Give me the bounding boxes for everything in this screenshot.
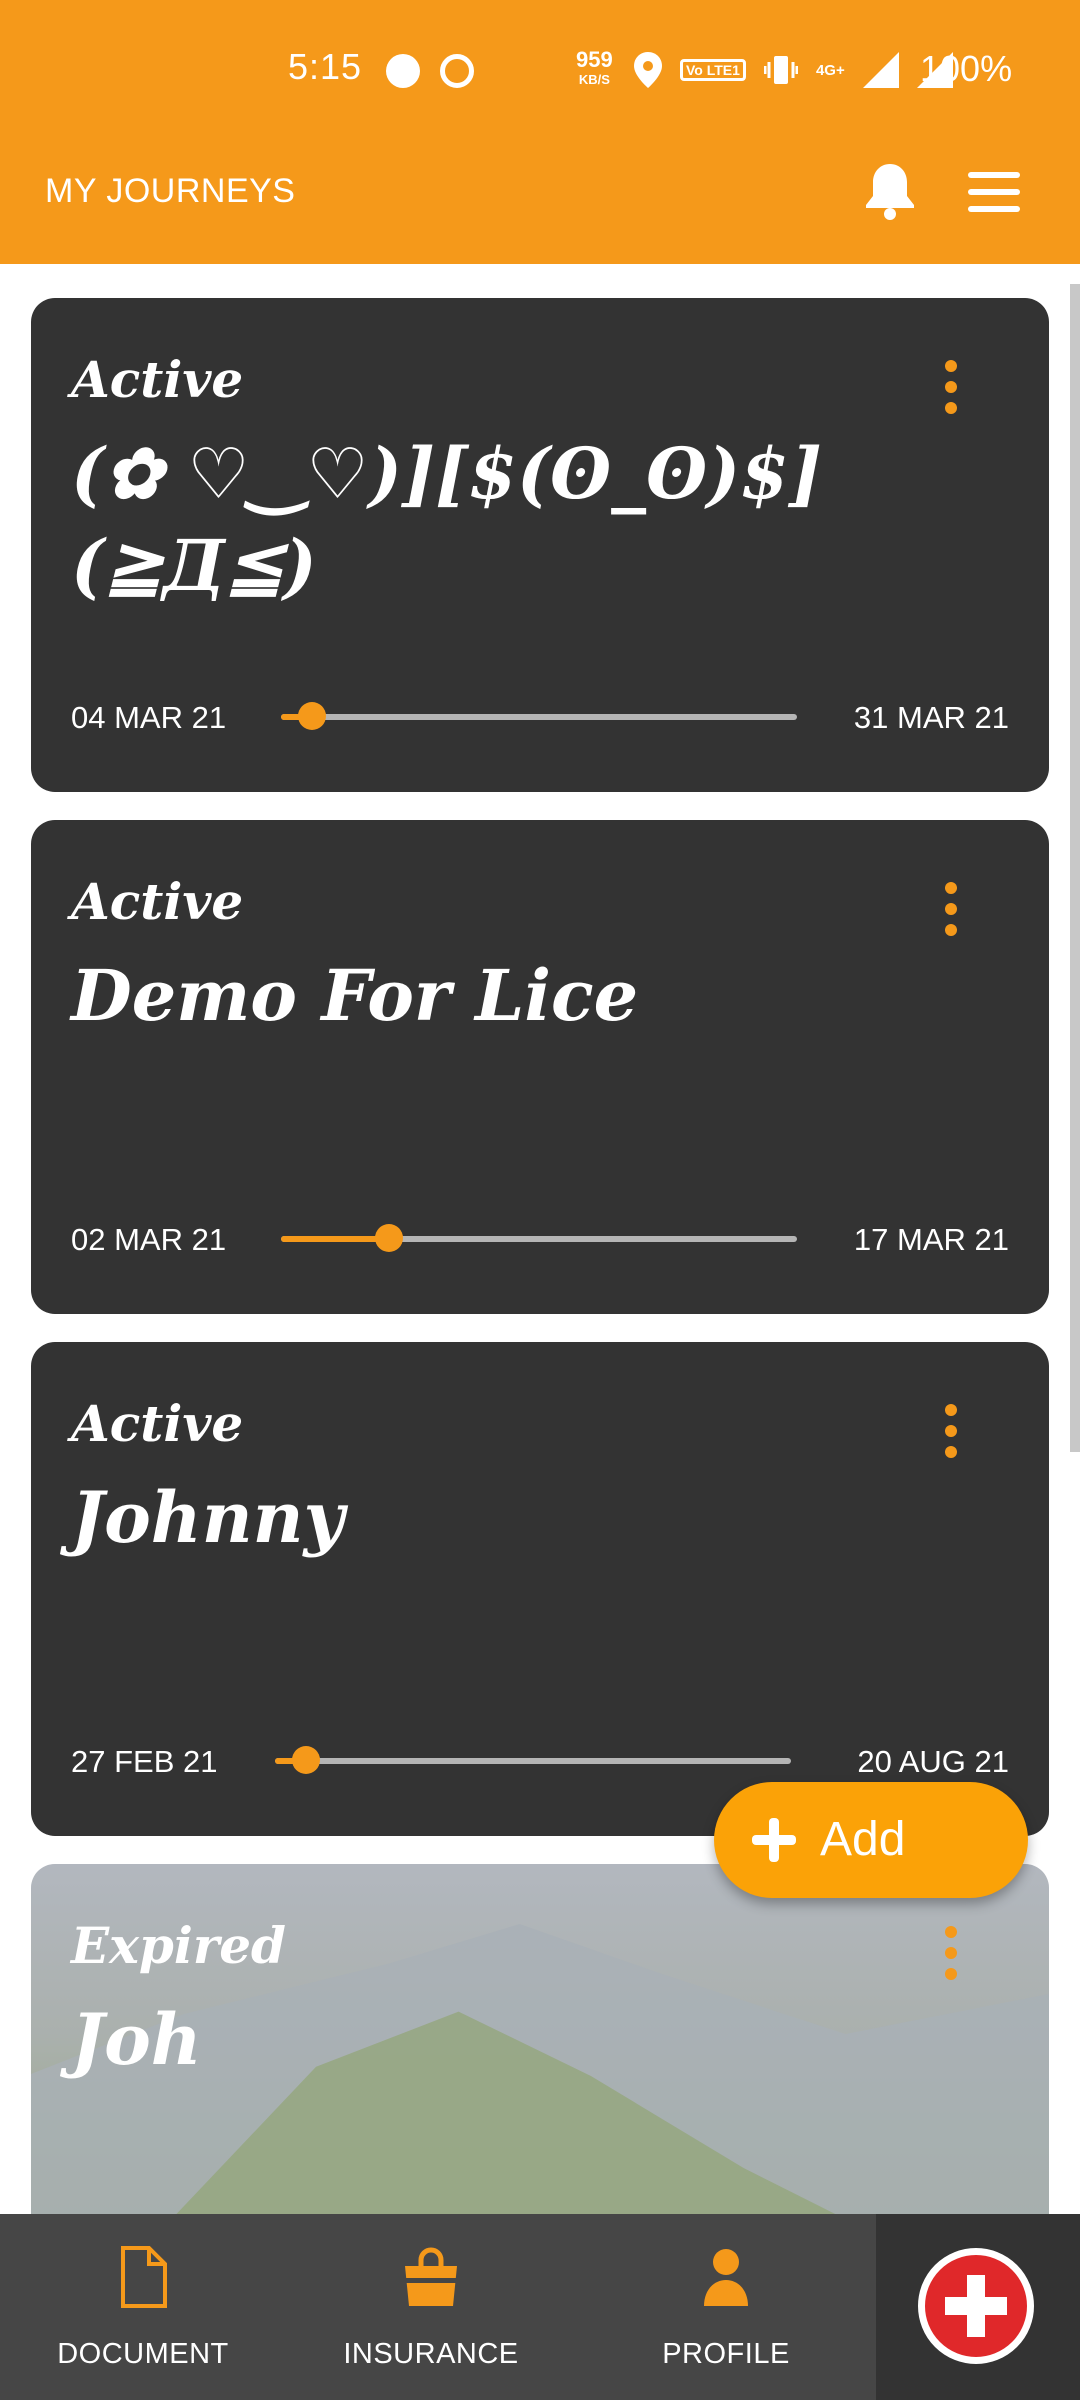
menu-icon[interactable] <box>968 172 1020 212</box>
nav-insurance[interactable]: INSURANCE <box>286 2214 576 2400</box>
progress-thumb <box>291 1746 320 1774</box>
more-options-icon[interactable] <box>931 1404 971 1464</box>
nav-document[interactable]: DOCUMENT <box>0 2214 286 2400</box>
more-options-icon[interactable] <box>931 882 971 942</box>
kebab-dot <box>945 1947 957 1959</box>
network-type: 4G+ <box>815 61 845 79</box>
nav-label: DOCUMENT <box>57 2338 229 2370</box>
page-title: MY JOURNEYS <box>45 172 296 210</box>
journey-start-date: 27 FEB 21 <box>71 1744 218 1779</box>
menu-line <box>968 206 1020 212</box>
add-journey-button[interactable]: Add <box>714 1782 1028 1898</box>
menu-line <box>968 172 1020 178</box>
scrollbar[interactable] <box>1070 284 1080 1452</box>
kebab-dot <box>945 1446 957 1458</box>
location-icon <box>634 52 662 88</box>
kebab-dot <box>945 1425 957 1437</box>
kebab-dot <box>945 381 957 393</box>
journey-status: Active <box>71 872 244 931</box>
journey-start-date: 02 MAR 21 <box>71 1222 227 1257</box>
journey-end-date: 31 MAR 21 <box>853 700 1009 735</box>
signal-icon-1 <box>862 52 899 88</box>
progress-thumb <box>375 1224 404 1252</box>
progress-fill <box>281 1236 390 1242</box>
kebab-dot <box>945 1968 957 1980</box>
battery-level: 100% <box>920 48 1013 89</box>
journey-title: (✿ ♡‿♡)][$(ʘ_ʘ)$](≧Д≦) <box>71 432 822 607</box>
kebab-dot <box>945 882 957 894</box>
journey-end-date: 20 AUG 21 <box>857 1744 1009 1779</box>
kebab-dot <box>945 1926 957 1938</box>
net-speed-unit: KB/S <box>578 72 610 87</box>
notification-dot-icon <box>386 54 420 88</box>
kebab-dot <box>945 903 957 915</box>
net-speed: 959 KB/S <box>576 47 613 90</box>
status-bar: 5:15 959 KB/S Vo LTE1 4G+ 100% <box>0 0 1080 140</box>
nav-label: INSURANCE <box>343 2338 519 2370</box>
journey-progress <box>281 702 797 730</box>
journey-title: Johnny <box>71 1476 345 1559</box>
bottom-navigation: DOCUMENT INSURANCE PROFILE <box>0 2214 1080 2400</box>
kebab-dot <box>945 924 957 936</box>
journey-status: Active <box>71 1394 244 1453</box>
journey-title: Demo For Lice <box>71 954 639 1037</box>
journey-end-date: 17 MAR 21 <box>853 1222 1009 1257</box>
volte-icon: Vo LTE1 <box>680 59 746 81</box>
document-icon <box>121 2246 167 2308</box>
vibrate-icon <box>763 56 798 84</box>
status-icons: Vo LTE1 4G+ <box>634 50 953 90</box>
shopping-bag-icon <box>405 2247 457 2306</box>
more-options-icon[interactable] <box>931 360 971 420</box>
add-button-label: Add <box>820 1813 906 1866</box>
journey-card-expired[interactable]: Expired Joh <box>31 1864 1049 2214</box>
journey-card[interactable]: Active Johnny 27 FEB 21 20 AUG 21 <box>31 1342 1049 1836</box>
nav-profile[interactable]: PROFILE <box>576 2214 876 2400</box>
person-icon <box>704 2249 748 2306</box>
journey-title: Joh <box>71 1998 202 2081</box>
net-speed-value: 959 <box>576 47 613 72</box>
menu-line <box>968 189 1020 195</box>
nav-label: PROFILE <box>662 2338 790 2370</box>
kebab-dot <box>945 1404 957 1416</box>
bell-icon[interactable] <box>864 160 916 220</box>
journey-progress <box>281 1224 797 1252</box>
plus-icon <box>752 1818 796 1862</box>
more-options-icon[interactable] <box>931 1926 971 1986</box>
sync-icon <box>440 54 474 88</box>
journey-progress <box>275 1746 791 1774</box>
red-cross-icon[interactable] <box>918 2248 1034 2364</box>
journey-card[interactable]: Active (✿ ♡‿♡)][$(ʘ_ʘ)$](≧Д≦) 04 MAR 21 … <box>31 298 1049 792</box>
journey-card[interactable]: Active Demo For Lice 02 MAR 21 17 MAR 21 <box>31 820 1049 1314</box>
journey-start-date: 04 MAR 21 <box>71 700 227 735</box>
journey-list[interactable]: Active (✿ ♡‿♡)][$(ʘ_ʘ)$](≧Д≦) 04 MAR 21 … <box>0 264 1080 2214</box>
top-app-area: 5:15 959 KB/S Vo LTE1 4G+ 100% MY JOURNE… <box>0 0 1080 264</box>
progress-thumb <box>297 702 326 730</box>
kebab-dot <box>945 402 957 414</box>
status-time: 5:15 <box>288 46 363 87</box>
journey-status: Expired <box>71 1916 286 1975</box>
kebab-dot <box>945 360 957 372</box>
journey-status: Active <box>71 350 244 409</box>
emergency-area <box>876 2214 1080 2400</box>
